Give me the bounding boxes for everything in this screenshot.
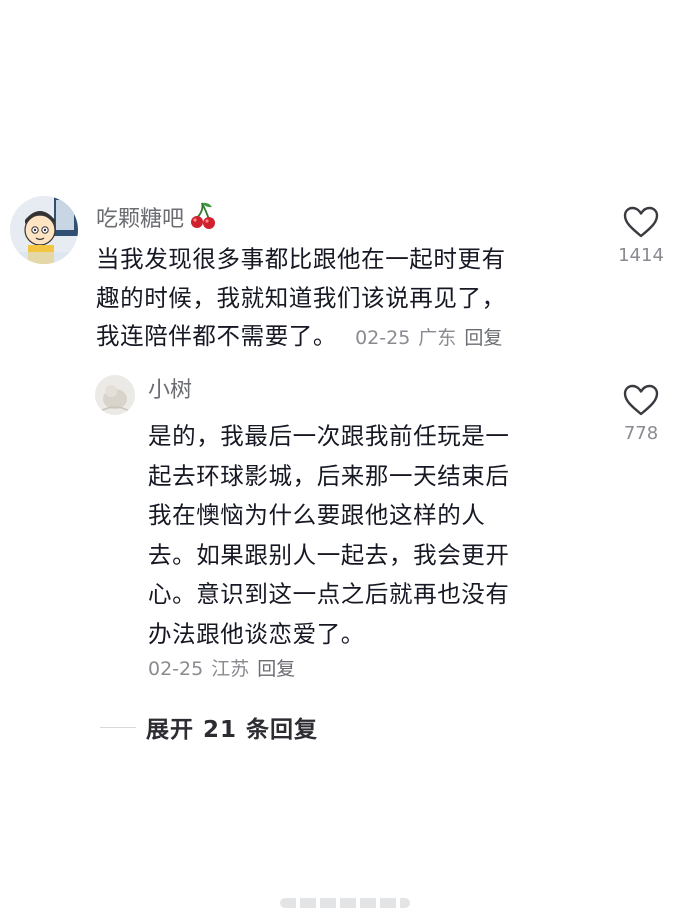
like-count: 1414 (618, 245, 664, 266)
divider (100, 726, 136, 728)
like-button[interactable]: 1414 (596, 205, 686, 266)
comment-line: 我连陪伴都不需要了。 (96, 322, 337, 350)
like-button[interactable]: 778 (596, 383, 686, 444)
avatar[interactable] (95, 375, 135, 415)
reply-text: 是的，我最后一次跟我前任玩是一 起去环球影城，后来那一天结束后 我在懊恼为什么要… (148, 417, 598, 654)
watermark (280, 898, 410, 908)
like-count: 778 (623, 423, 659, 444)
reply-location: 江苏 (211, 658, 250, 680)
comment-username[interactable]: 吃颗糖吧 (96, 200, 218, 238)
comment-line: 趣的时候，我就知道我们该说再见了， (96, 283, 506, 312)
reply-line: 是的，我最后一次跟我前任玩是一 (148, 422, 510, 450)
reply-button[interactable]: 回复 (257, 658, 295, 680)
avatar[interactable] (10, 196, 78, 264)
cherries-icon (188, 200, 218, 238)
username-text: 吃颗糖吧 (96, 207, 185, 232)
reply-button[interactable]: 回复 (464, 327, 502, 349)
heart-icon (623, 206, 659, 238)
expand-replies-label: 展开 21 条回复 (146, 717, 319, 743)
expand-replies-button[interactable]: 展开 21 条回复 (100, 710, 318, 744)
comment-line-last: 我连陪伴都不需要了。 02-25 广东 回复 (96, 317, 596, 358)
comment-date: 02-25 (355, 327, 411, 349)
comment-location: 广东 (418, 327, 457, 349)
reply-line: 我在懊恼为什么要跟他这样的人 (148, 501, 486, 529)
comment-text: 当我发现很多事都比跟他在一起时更有 趣的时候，我就知道我们该说再见了， 我连陪伴… (96, 240, 596, 358)
comment-meta: 02-25 广东 回复 (355, 327, 510, 349)
heart-icon (623, 384, 659, 416)
reply-date: 02-25 (148, 658, 204, 680)
reply-line: 办法跟他谈恋爱了。 (148, 619, 365, 648)
comment-line: 当我发现很多事都比跟他在一起时更有 (96, 245, 506, 273)
reply-line: 去。如果跟别人一起去，我会更开 (148, 540, 510, 569)
reply-line: 心。意识到这一点之后就再也没有 (148, 580, 510, 608)
reply-line: 起去环球影城，后来那一天结束后 (148, 461, 510, 490)
reply-meta: 02-25 江苏 回复 (148, 654, 303, 681)
reply-username[interactable]: 小树 (148, 377, 192, 405)
